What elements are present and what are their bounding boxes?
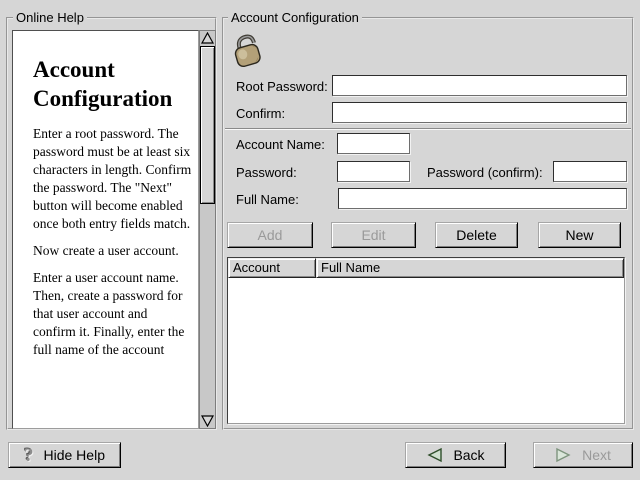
delete-button-label: Delete <box>456 227 496 243</box>
padlock-icon <box>226 31 268 71</box>
right-triangle-icon <box>555 447 572 463</box>
account-name-label: Account Name: <box>236 137 325 153</box>
hide-help-button[interactable]: ? Hide Help <box>8 442 121 468</box>
confirm-password-label: Confirm: <box>236 106 285 122</box>
confirm-password-input[interactable] <box>332 102 627 123</box>
section-separator <box>225 128 631 130</box>
scrollbar-thumb[interactable] <box>200 46 215 204</box>
online-help-frame-label: Online Help <box>13 10 87 25</box>
next-button[interactable]: Next <box>533 442 633 468</box>
account-configuration-frame-label: Account Configuration <box>228 10 362 25</box>
scroll-down-button[interactable] <box>200 414 215 428</box>
add-button-label: Add <box>258 227 283 243</box>
left-triangle-icon <box>426 447 443 463</box>
help-paragraph: Now create a user account. <box>33 242 192 260</box>
add-button[interactable]: Add <box>227 222 313 248</box>
help-paragraph: Enter a user account name. Then, create … <box>33 269 192 359</box>
accounts-table-header: Account Name Full Name <box>228 258 624 278</box>
full-name-label: Full Name: <box>236 192 299 208</box>
new-button[interactable]: New <box>538 222 621 248</box>
account-name-input[interactable] <box>337 133 410 154</box>
root-password-input[interactable] <box>332 75 627 96</box>
user-password-confirm-input[interactable] <box>553 161 627 182</box>
accounts-table-body[interactable] <box>228 278 624 423</box>
new-button-label: New <box>565 227 593 243</box>
installer-window: Online Help Account Configuration Enter … <box>0 0 640 480</box>
column-header-account-name[interactable]: Account Name <box>228 258 316 278</box>
user-password-input[interactable] <box>337 161 410 182</box>
back-button[interactable]: Back <box>405 442 506 468</box>
back-button-label: Back <box>453 447 484 463</box>
help-paragraph: Enter a root password. The password must… <box>33 125 192 233</box>
user-password-label: Password: <box>236 165 297 181</box>
scroll-up-button[interactable] <box>200 31 215 45</box>
edit-button-label: Edit <box>361 227 385 243</box>
full-name-input[interactable] <box>338 188 627 209</box>
help-heading: Account Configuration <box>33 55 192 113</box>
delete-button[interactable]: Delete <box>435 222 518 248</box>
hide-help-button-label: Hide Help <box>44 447 105 463</box>
edit-button[interactable]: Edit <box>331 222 416 248</box>
question-mark-icon: ? <box>24 446 34 465</box>
help-scrollbar[interactable] <box>199 30 216 429</box>
column-header-full-name[interactable]: Full Name <box>316 258 624 278</box>
accounts-table: Account Name Full Name <box>227 257 625 424</box>
next-button-label: Next <box>582 447 611 463</box>
help-document: Account Configuration Enter a root passw… <box>13 31 198 359</box>
down-arrow-icon <box>201 415 214 427</box>
user-password-confirm-label: Password (confirm): <box>427 165 543 181</box>
help-text-area: Account Configuration Enter a root passw… <box>12 30 199 429</box>
up-arrow-icon <box>201 32 214 44</box>
root-password-label: Root Password: <box>236 79 328 95</box>
